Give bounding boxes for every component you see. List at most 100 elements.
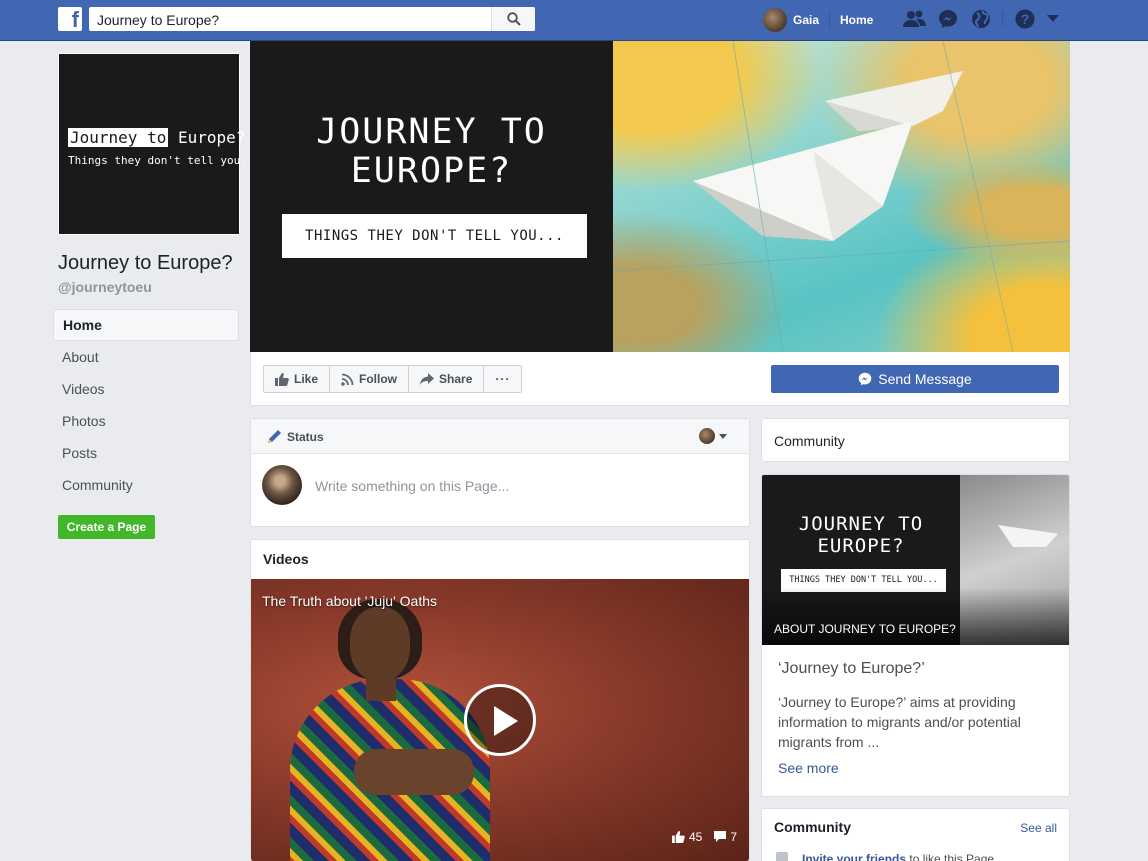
search-icon — [506, 12, 521, 26]
top-icons: ? — [903, 8, 1069, 30]
community-header-card[interactable]: Community — [761, 418, 1070, 462]
rss-follow-icon — [341, 373, 354, 386]
like-label: Like — [294, 372, 319, 386]
profile-title-rest: Europe? — [168, 128, 246, 147]
send-message-button[interactable]: Send Message — [771, 365, 1059, 393]
community-card: Community See all Invite your friends to… — [761, 808, 1070, 861]
invite-friends-text: to like this Page — [906, 852, 995, 861]
video-player[interactable]: The Truth about 'Juju' Oaths 45 7 — [251, 579, 749, 861]
like-button[interactable]: Like — [264, 366, 331, 392]
cover-subtitle: THINGS THEY DON'T TELL YOU... — [282, 214, 587, 258]
cover-map-image — [613, 41, 1070, 352]
about-image-overlay — [762, 587, 1069, 645]
nav-item-photos[interactable]: Photos — [53, 405, 239, 437]
cover-title-line2: EUROPE? — [350, 151, 513, 191]
community-title: Community — [774, 819, 851, 835]
nav-item-about[interactable]: About — [53, 341, 239, 373]
top-navigation-bar: f Journey to Europe? Gaia Home ? — [0, 0, 1148, 41]
videos-header[interactable]: Videos — [251, 540, 749, 579]
profile-title-boxed: Journey to — [68, 128, 169, 147]
send-message-label: Send Message — [878, 371, 972, 387]
profile-subtitle: Things they don't tell you... — [68, 154, 261, 167]
account-menu-chevron-icon[interactable] — [1046, 8, 1060, 30]
page-handle[interactable]: @journeytoeu — [58, 279, 152, 295]
composer-avatar — [262, 465, 302, 505]
video-stats: 45 7 — [671, 830, 737, 844]
video-thumbnail-hands — [354, 749, 474, 795]
divider — [1002, 11, 1003, 27]
search-input[interactable]: Journey to Europe? — [89, 7, 491, 31]
facebook-logo-icon[interactable]: f — [58, 7, 82, 31]
divider — [829, 12, 831, 28]
comment-icon — [714, 831, 727, 842]
follow-button[interactable]: Follow — [330, 366, 410, 392]
about-image-label: ABOUT JOURNEY TO EUROPE? — [774, 622, 956, 636]
composer-body: Write something on this Page... — [251, 454, 749, 526]
about-image-title-line1: JOURNEY TO — [798, 513, 924, 535]
nav-item-community[interactable]: Community — [53, 469, 239, 501]
nav-item-home[interactable]: Home — [53, 309, 239, 341]
cover-title-line1: JOURNEY TO — [316, 112, 547, 152]
user-name-link[interactable]: Gaia — [793, 13, 819, 27]
cover-photo[interactable]: JOURNEY TO EUROPE? THINGS THEY DON'T TEL… — [250, 41, 1070, 352]
page-title: Journey to Europe? — [58, 252, 233, 274]
video-comment-count: 7 — [730, 830, 737, 844]
composer-header: Status — [251, 419, 749, 454]
cover-title: JOURNEY TO EUROPE? — [250, 113, 613, 191]
invite-friends-row: Invite your friends to like this Page — [802, 852, 994, 861]
help-icon[interactable]: ? — [1013, 8, 1037, 30]
nav-item-videos[interactable]: Videos — [53, 373, 239, 405]
about-card: JOURNEY TO EUROPE? THINGS THEY DON'T TEL… — [761, 474, 1070, 797]
chevron-down-icon — [719, 433, 727, 439]
status-tab[interactable]: Status — [267, 429, 324, 444]
status-composer: Status Write something on this Page... — [250, 418, 750, 527]
see-all-link[interactable]: See all — [1020, 821, 1057, 835]
pencil-icon — [268, 430, 281, 443]
videos-card: Videos The Truth about 'Juju' Oaths 45 7 — [250, 539, 750, 861]
thumbs-up-icon — [275, 372, 289, 386]
share-label: Share — [439, 372, 473, 386]
post-as-selector[interactable] — [699, 428, 727, 444]
invite-friends-link[interactable]: Invite your friends — [802, 852, 906, 861]
about-description: ‘Journey to Europe?’ aims at providing i… — [778, 694, 1021, 750]
see-more-link[interactable]: See more — [778, 760, 1053, 776]
share-button[interactable]: Share — [409, 366, 485, 392]
about-name: ‘Journey to Europe?’ — [778, 660, 925, 677]
action-button-group: Like Follow Share ··· — [263, 365, 523, 393]
invite-friends-icon — [776, 852, 788, 861]
page-profile-picture[interactable]: Journey to Europe? Things they don't tel… — [58, 53, 260, 235]
notifications-globe-icon[interactable] — [969, 8, 993, 30]
friend-requests-icon[interactable] — [903, 8, 927, 30]
more-options-button[interactable]: ··· — [484, 366, 521, 392]
search-bar[interactable]: Journey to Europe? — [89, 7, 535, 31]
composer-input[interactable]: Write something on this Page... — [315, 478, 509, 494]
cover-text-panel: JOURNEY TO EUROPE? THINGS THEY DON'T TEL… — [250, 41, 613, 352]
about-body: ‘Journey to Europe?’ ‘Journey to Europe?… — [762, 645, 1069, 791]
messenger-icon — [858, 372, 872, 386]
more-options-icon: ··· — [495, 372, 511, 386]
video-like-count: 45 — [688, 830, 703, 844]
page-action-bar: Like Follow Share ··· Send Message — [250, 352, 1070, 406]
about-image-title-line2: EUROPE? — [817, 535, 905, 557]
video-title[interactable]: The Truth about 'Juju' Oaths — [262, 593, 437, 609]
share-arrow-icon — [420, 373, 435, 385]
follow-label: Follow — [359, 372, 398, 386]
profile-title: Journey to Europe? — [68, 128, 245, 147]
svg-text:?: ? — [1021, 11, 1030, 27]
profile-image: Journey to Europe? Things they don't tel… — [59, 54, 260, 234]
messenger-icon[interactable] — [936, 8, 960, 30]
home-link[interactable]: Home — [840, 13, 873, 27]
search-button[interactable] — [491, 7, 535, 31]
paper-boats-illustration — [613, 41, 1070, 352]
play-icon[interactable] — [464, 684, 536, 756]
post-as-avatar — [699, 428, 715, 444]
about-image[interactable]: JOURNEY TO EUROPE? THINGS THEY DON'T TEL… — [762, 475, 1069, 645]
create-page-button[interactable]: Create a Page — [58, 515, 155, 539]
about-image-title: JOURNEY TO EUROPE? — [762, 513, 960, 557]
nav-item-posts[interactable]: Posts — [53, 437, 239, 469]
status-tab-label: Status — [287, 429, 324, 444]
paper-boat-illustration — [998, 525, 1058, 547]
page-nav: Home About Videos Photos Posts Community — [53, 309, 239, 501]
user-avatar[interactable] — [763, 8, 787, 32]
thumbs-up-icon — [671, 831, 685, 843]
